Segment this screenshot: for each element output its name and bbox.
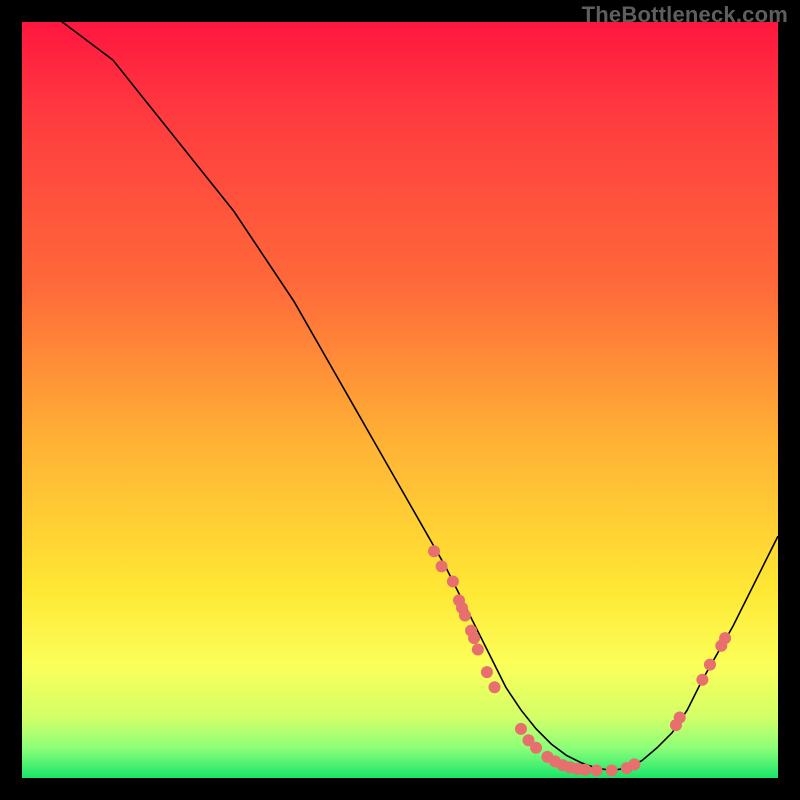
data-point xyxy=(428,545,440,557)
data-point xyxy=(489,681,501,693)
data-point xyxy=(696,674,708,686)
data-point xyxy=(704,659,716,671)
data-point xyxy=(628,758,640,770)
data-point xyxy=(606,764,618,776)
data-point xyxy=(530,742,542,754)
data-point xyxy=(447,575,459,587)
data-point xyxy=(674,712,686,724)
chart-overlay-svg xyxy=(22,22,778,778)
data-point xyxy=(468,632,480,644)
data-point xyxy=(459,609,471,621)
data-point xyxy=(472,643,484,655)
data-point xyxy=(719,632,731,644)
data-point xyxy=(481,666,493,678)
chart-frame: TheBottleneck.com xyxy=(0,0,800,800)
data-point xyxy=(436,560,448,572)
data-points xyxy=(428,545,731,776)
data-point xyxy=(591,764,603,776)
data-point xyxy=(515,723,527,735)
bottleneck-curve xyxy=(22,0,778,770)
data-point xyxy=(579,764,591,776)
plot-area xyxy=(22,22,778,778)
